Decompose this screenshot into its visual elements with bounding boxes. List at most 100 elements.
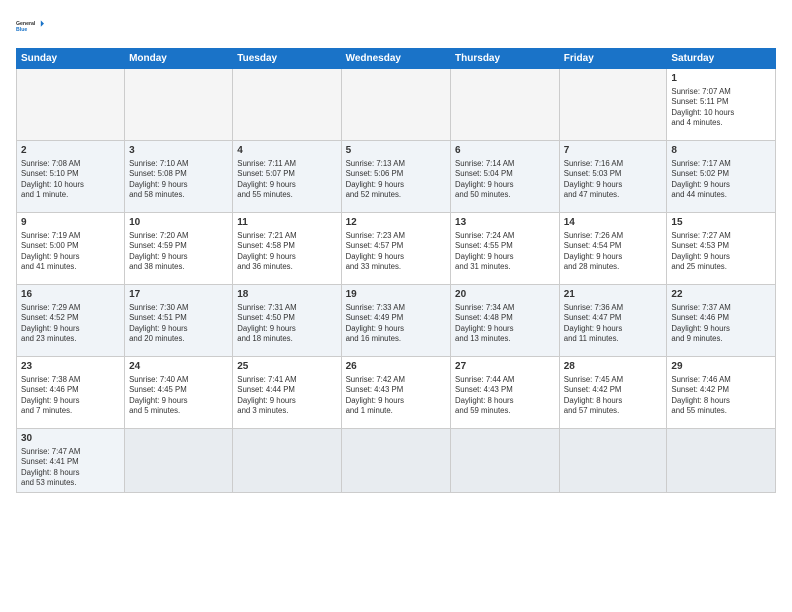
day-number: 18 [237,288,336,302]
day-info: Sunrise: 7:34 AM Sunset: 4:48 PM Dayligh… [455,303,555,345]
table-row: 24Sunrise: 7:40 AM Sunset: 4:45 PM Dayli… [125,357,233,429]
table-row: 8Sunrise: 7:17 AM Sunset: 5:02 PM Daylig… [667,141,776,213]
day-info: Sunrise: 7:31 AM Sunset: 4:50 PM Dayligh… [237,303,336,345]
day-number: 3 [129,144,228,158]
day-number: 2 [21,144,120,158]
table-row [125,69,233,141]
svg-text:Blue: Blue [16,27,27,33]
table-row [341,429,450,493]
day-number: 12 [346,216,446,230]
day-number: 20 [455,288,555,302]
table-row: 26Sunrise: 7:42 AM Sunset: 4:43 PM Dayli… [341,357,450,429]
calendar-week-row: 30Sunrise: 7:47 AM Sunset: 4:41 PM Dayli… [17,429,776,493]
day-info: Sunrise: 7:46 AM Sunset: 4:42 PM Dayligh… [671,375,771,417]
day-info: Sunrise: 7:08 AM Sunset: 5:10 PM Dayligh… [21,159,120,201]
day-info: Sunrise: 7:36 AM Sunset: 4:47 PM Dayligh… [564,303,663,345]
table-row: 15Sunrise: 7:27 AM Sunset: 4:53 PM Dayli… [667,213,776,285]
day-info: Sunrise: 7:29 AM Sunset: 4:52 PM Dayligh… [21,303,120,345]
logo-icon: GeneralBlue [16,12,44,40]
weekday-sunday: Sunday [17,49,125,69]
weekday-saturday: Saturday [667,49,776,69]
table-row: 23Sunrise: 7:38 AM Sunset: 4:46 PM Dayli… [17,357,125,429]
table-row [559,69,667,141]
table-row: 2Sunrise: 7:08 AM Sunset: 5:10 PM Daylig… [17,141,125,213]
day-info: Sunrise: 7:41 AM Sunset: 4:44 PM Dayligh… [237,375,336,417]
table-row: 1Sunrise: 7:07 AM Sunset: 5:11 PM Daylig… [667,69,776,141]
table-row: 16Sunrise: 7:29 AM Sunset: 4:52 PM Dayli… [17,285,125,357]
day-info: Sunrise: 7:26 AM Sunset: 4:54 PM Dayligh… [564,231,663,273]
day-number: 21 [564,288,663,302]
calendar-week-row: 23Sunrise: 7:38 AM Sunset: 4:46 PM Dayli… [17,357,776,429]
day-info: Sunrise: 7:14 AM Sunset: 5:04 PM Dayligh… [455,159,555,201]
day-info: Sunrise: 7:23 AM Sunset: 4:57 PM Dayligh… [346,231,446,273]
day-number: 7 [564,144,663,158]
weekday-friday: Friday [559,49,667,69]
table-row [17,69,125,141]
day-number: 24 [129,360,228,374]
weekday-thursday: Thursday [451,49,560,69]
page: GeneralBlue SundayMondayTuesdayWednesday… [0,0,792,612]
table-row: 3Sunrise: 7:10 AM Sunset: 5:08 PM Daylig… [125,141,233,213]
weekday-tuesday: Tuesday [233,49,341,69]
day-number: 30 [21,432,120,446]
calendar-week-row: 9Sunrise: 7:19 AM Sunset: 5:00 PM Daylig… [17,213,776,285]
calendar-week-row: 16Sunrise: 7:29 AM Sunset: 4:52 PM Dayli… [17,285,776,357]
table-row [341,69,450,141]
day-number: 22 [671,288,771,302]
day-info: Sunrise: 7:17 AM Sunset: 5:02 PM Dayligh… [671,159,771,201]
table-row: 25Sunrise: 7:41 AM Sunset: 4:44 PM Dayli… [233,357,341,429]
day-number: 13 [455,216,555,230]
table-row: 22Sunrise: 7:37 AM Sunset: 4:46 PM Dayli… [667,285,776,357]
day-number: 28 [564,360,663,374]
table-row: 5Sunrise: 7:13 AM Sunset: 5:06 PM Daylig… [341,141,450,213]
table-row: 27Sunrise: 7:44 AM Sunset: 4:43 PM Dayli… [451,357,560,429]
day-number: 15 [671,216,771,230]
table-row: 12Sunrise: 7:23 AM Sunset: 4:57 PM Dayli… [341,213,450,285]
day-number: 11 [237,216,336,230]
weekday-header-row: SundayMondayTuesdayWednesdayThursdayFrid… [17,49,776,69]
table-row: 17Sunrise: 7:30 AM Sunset: 4:51 PM Dayli… [125,285,233,357]
logo: GeneralBlue [16,12,44,40]
table-row: 21Sunrise: 7:36 AM Sunset: 4:47 PM Dayli… [559,285,667,357]
day-info: Sunrise: 7:10 AM Sunset: 5:08 PM Dayligh… [129,159,228,201]
day-number: 14 [564,216,663,230]
table-row [233,429,341,493]
day-number: 9 [21,216,120,230]
day-info: Sunrise: 7:38 AM Sunset: 4:46 PM Dayligh… [21,375,120,417]
day-info: Sunrise: 7:27 AM Sunset: 4:53 PM Dayligh… [671,231,771,273]
table-row [125,429,233,493]
table-row: 30Sunrise: 7:47 AM Sunset: 4:41 PM Dayli… [17,429,125,493]
day-info: Sunrise: 7:44 AM Sunset: 4:43 PM Dayligh… [455,375,555,417]
table-row: 4Sunrise: 7:11 AM Sunset: 5:07 PM Daylig… [233,141,341,213]
day-info: Sunrise: 7:45 AM Sunset: 4:42 PM Dayligh… [564,375,663,417]
day-number: 25 [237,360,336,374]
day-info: Sunrise: 7:16 AM Sunset: 5:03 PM Dayligh… [564,159,663,201]
calendar-table: SundayMondayTuesdayWednesdayThursdayFrid… [16,48,776,493]
weekday-monday: Monday [125,49,233,69]
day-info: Sunrise: 7:21 AM Sunset: 4:58 PM Dayligh… [237,231,336,273]
day-info: Sunrise: 7:24 AM Sunset: 4:55 PM Dayligh… [455,231,555,273]
day-info: Sunrise: 7:40 AM Sunset: 4:45 PM Dayligh… [129,375,228,417]
day-number: 26 [346,360,446,374]
day-number: 4 [237,144,336,158]
day-number: 27 [455,360,555,374]
day-info: Sunrise: 7:20 AM Sunset: 4:59 PM Dayligh… [129,231,228,273]
day-info: Sunrise: 7:47 AM Sunset: 4:41 PM Dayligh… [21,447,120,489]
day-number: 5 [346,144,446,158]
table-row: 14Sunrise: 7:26 AM Sunset: 4:54 PM Dayli… [559,213,667,285]
table-row: 19Sunrise: 7:33 AM Sunset: 4:49 PM Dayli… [341,285,450,357]
table-row: 20Sunrise: 7:34 AM Sunset: 4:48 PM Dayli… [451,285,560,357]
table-row: 13Sunrise: 7:24 AM Sunset: 4:55 PM Dayli… [451,213,560,285]
day-info: Sunrise: 7:33 AM Sunset: 4:49 PM Dayligh… [346,303,446,345]
day-number: 10 [129,216,228,230]
day-info: Sunrise: 7:42 AM Sunset: 4:43 PM Dayligh… [346,375,446,417]
day-number: 19 [346,288,446,302]
calendar-week-row: 1Sunrise: 7:07 AM Sunset: 5:11 PM Daylig… [17,69,776,141]
table-row [233,69,341,141]
table-row: 11Sunrise: 7:21 AM Sunset: 4:58 PM Dayli… [233,213,341,285]
day-number: 17 [129,288,228,302]
table-row [451,69,560,141]
day-info: Sunrise: 7:19 AM Sunset: 5:00 PM Dayligh… [21,231,120,273]
table-row: 29Sunrise: 7:46 AM Sunset: 4:42 PM Dayli… [667,357,776,429]
calendar-week-row: 2Sunrise: 7:08 AM Sunset: 5:10 PM Daylig… [17,141,776,213]
